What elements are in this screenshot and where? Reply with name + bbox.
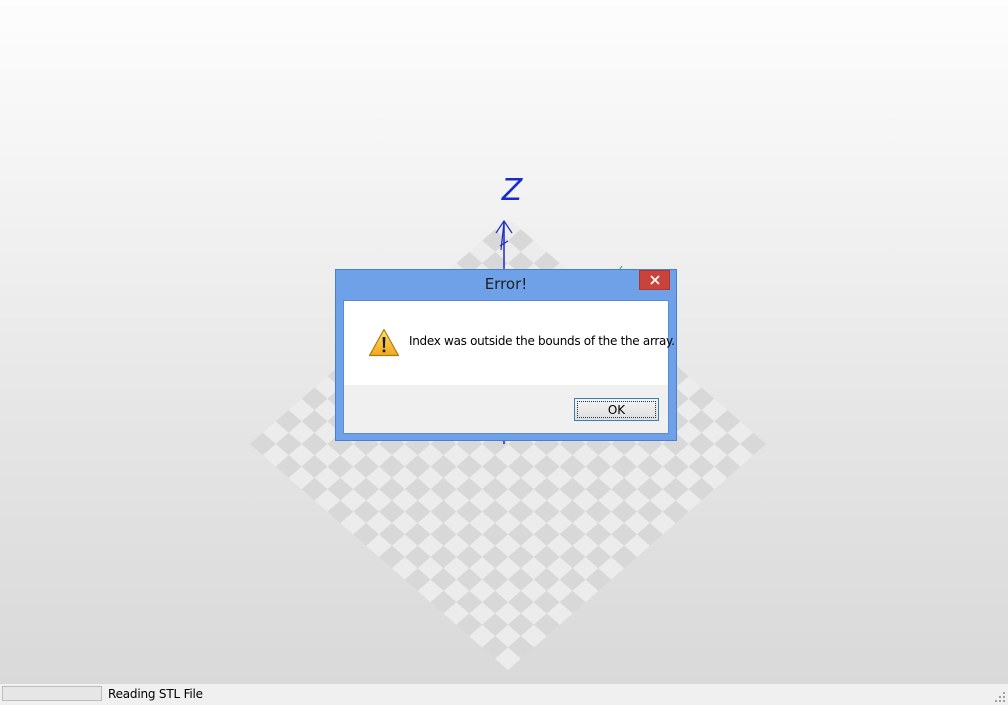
ok-button[interactable]: OK	[574, 398, 659, 421]
warning-icon	[368, 328, 400, 357]
status-bar: Reading STL File	[0, 684, 1008, 705]
dialog-title: Error!	[484, 275, 528, 293]
status-text: Reading STL File	[108, 687, 203, 701]
error-dialog: Error! Index was outside the bounds of t…	[335, 269, 677, 441]
dialog-body: Index was outside the bounds of the the …	[343, 300, 675, 434]
close-button[interactable]	[639, 270, 670, 290]
close-icon	[649, 275, 660, 285]
button-area: OK	[344, 385, 668, 433]
message-area: Index was outside the bounds of the the …	[344, 301, 675, 385]
resize-grip-icon[interactable]	[994, 691, 1006, 703]
progress-bar	[2, 686, 102, 701]
error-message: Index was outside the bounds of the the …	[409, 334, 675, 348]
z-axis-label: Z	[501, 173, 524, 208]
